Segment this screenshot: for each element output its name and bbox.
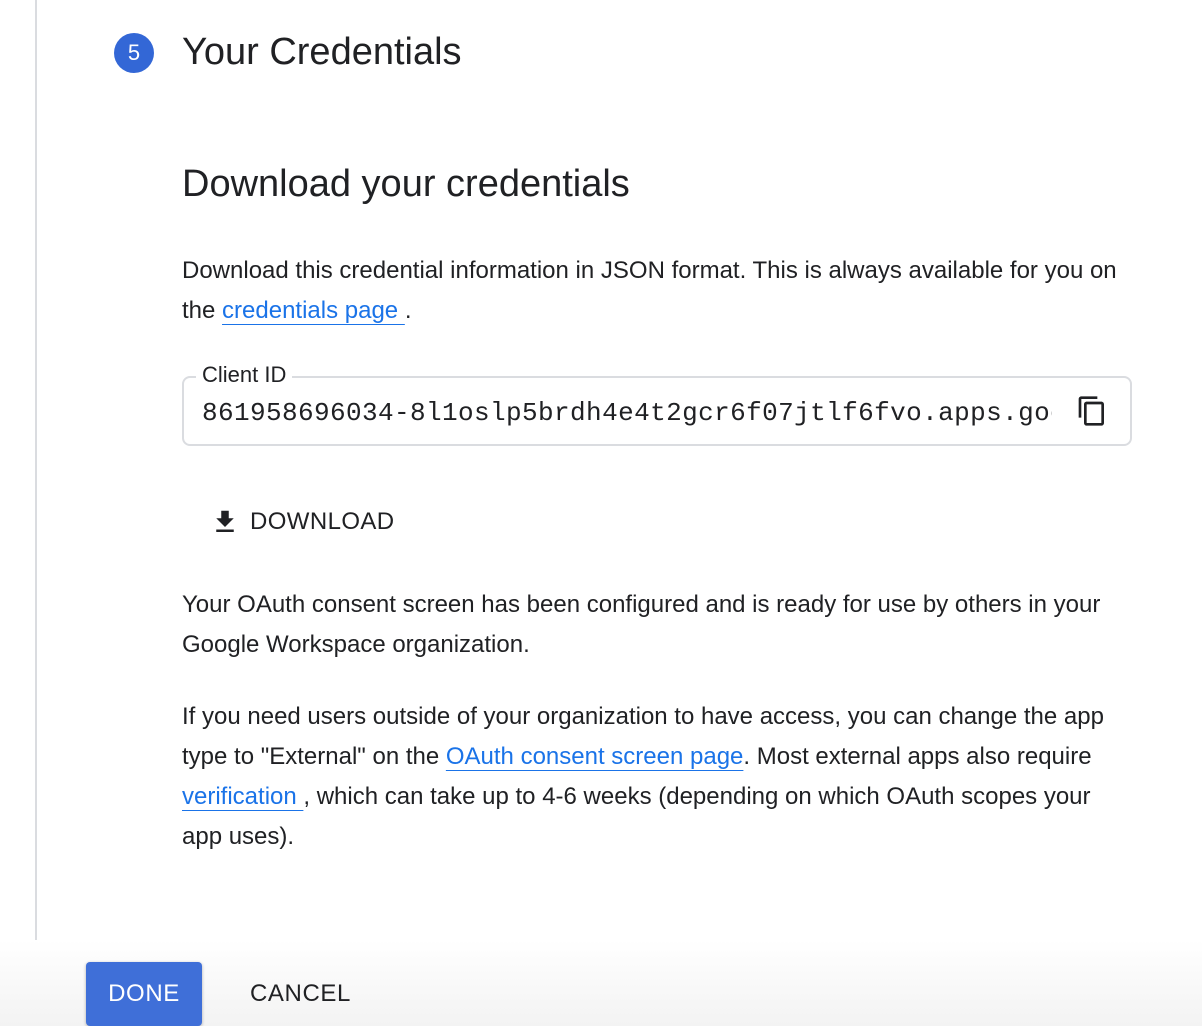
copy-icon xyxy=(1078,396,1104,426)
done-button[interactable]: DONE xyxy=(86,962,202,1026)
client-id-label: Client ID xyxy=(196,361,293,389)
copy-button[interactable] xyxy=(1076,395,1108,427)
oauth-consent-screen-link[interactable]: OAuth consent screen page xyxy=(446,743,744,770)
download-button[interactable]: DOWNLOAD xyxy=(200,496,405,548)
external-text-3: , which can take up to 4-6 weeks (depend… xyxy=(182,783,1091,850)
step-number-badge: 5 xyxy=(114,33,154,73)
cancel-button[interactable]: CANCEL xyxy=(236,962,365,1026)
external-note: If you need users outside of your organi… xyxy=(182,697,1132,857)
download-label: DOWNLOAD xyxy=(250,508,395,535)
download-icon xyxy=(216,510,234,532)
verification-link[interactable]: verification xyxy=(182,783,303,810)
credentials-step-page: 5 Your Credentials Download your credent… xyxy=(0,0,1202,1026)
consent-note: Your OAuth consent screen has been confi… xyxy=(182,591,1101,658)
credentials-page-link[interactable]: credentials page xyxy=(222,297,405,324)
intro-paragraph: Download this credential information in … xyxy=(182,251,1132,331)
section-title: Download your credentials xyxy=(182,163,630,205)
step-title: Your Credentials xyxy=(182,31,462,73)
intro-text-after: . xyxy=(404,297,412,324)
client-id-value[interactable]: 861958696034-8l1oslp5brdh4e4t2gcr6f07jtl… xyxy=(202,396,1052,430)
external-text-2: . Most external apps also require xyxy=(743,743,1092,770)
client-id-field[interactable]: Client ID 861958696034-8l1oslp5brdh4e4t2… xyxy=(182,361,1132,446)
stepper-line xyxy=(35,0,37,1026)
